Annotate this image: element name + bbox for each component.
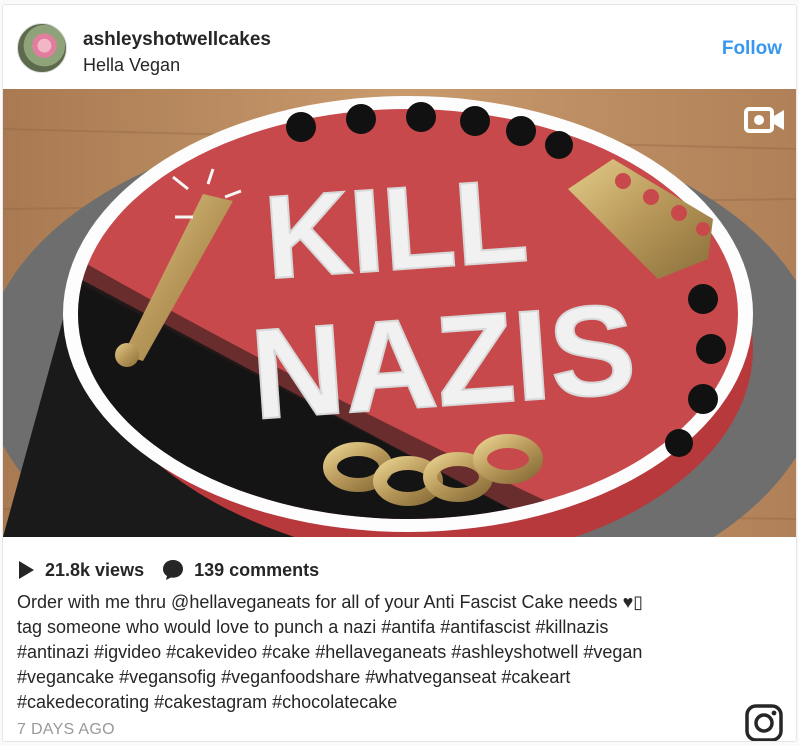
cake-text-kill: KILL <box>261 154 532 304</box>
caption-line: #cakedecorating #cakestagram #chocolatec… <box>17 692 398 712</box>
cake-text-nazis: NAZIS <box>247 277 640 446</box>
comments-count[interactable]: 139 comments <box>162 559 319 581</box>
instagram-post-card: ashleyshotwellcakes Hella Vegan Follow K… <box>2 4 797 742</box>
caption-text: Order with me thru @hellaveganeats for a… <box>17 592 623 612</box>
caption-line: Order with me thru @hellaveganeats for a… <box>17 590 787 615</box>
comments-label: 139 comments <box>194 559 320 580</box>
caption-line: #vegancake #vegansofig #veganfoodshare #… <box>17 667 571 687</box>
post-caption: Order with me thru @hellaveganeats for a… <box>17 590 787 715</box>
unknown-glyph: ▯ <box>633 592 644 612</box>
follow-button[interactable]: Follow <box>722 38 782 60</box>
views-count[interactable]: 21.8k views <box>17 560 144 581</box>
caption-line: tag someone who would love to punch a na… <box>17 617 609 637</box>
post-header: ashleyshotwellcakes Hella Vegan Follow <box>3 5 796 89</box>
post-video[interactable]: KILL NAZIS <box>3 89 796 537</box>
comment-bubble-icon <box>163 560 184 580</box>
video-camera-icon <box>744 107 784 133</box>
cake-image: KILL NAZIS <box>3 89 796 537</box>
post-stats: 21.8k views 139 comments <box>17 557 337 583</box>
username[interactable]: ashleyshotwellcakes <box>83 29 271 51</box>
views-label: 21.8k views <box>45 559 145 580</box>
location[interactable]: Hella Vegan <box>83 55 180 76</box>
heart-icon: ♥ <box>622 592 634 612</box>
caption-line: #antinazi #igvideo #cakevideo #cake #hel… <box>17 642 643 662</box>
play-icon <box>19 561 34 579</box>
avatar[interactable] <box>17 23 67 73</box>
post-timestamp[interactable]: 7 DAYS AGO <box>17 721 115 739</box>
instagram-logo-icon[interactable] <box>744 703 784 742</box>
